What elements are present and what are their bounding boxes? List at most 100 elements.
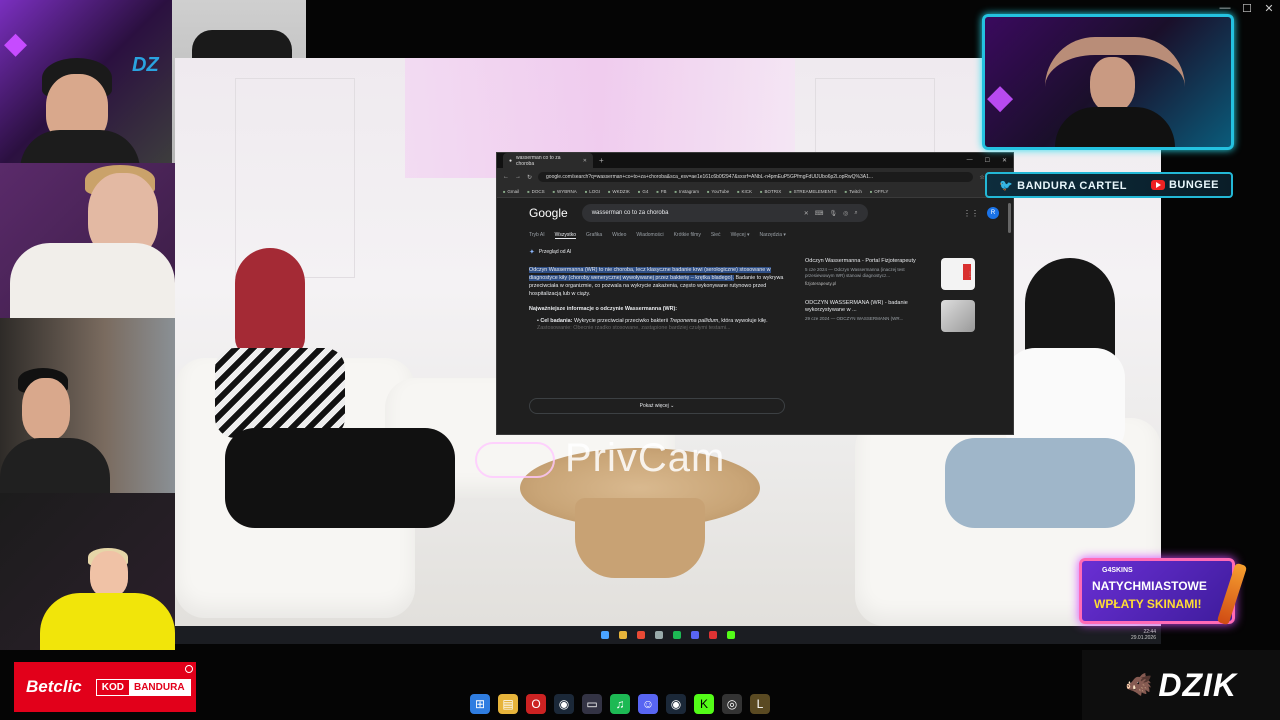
search-tab[interactable]: Krótkie filmy xyxy=(674,232,701,238)
promo-brand: G4SKINS xyxy=(1102,567,1133,574)
search-input[interactable]: wasserman co to za choroba xyxy=(592,210,798,216)
source-card[interactable]: ODCZYN WASSERMANA (WR) - badanie wykorzy… xyxy=(805,300,975,332)
search-tab[interactable]: Wideo xyxy=(612,232,626,238)
keyboard-icon[interactable]: ⌨ xyxy=(815,210,824,217)
bookmark-item[interactable]: STREAMELEMENTS xyxy=(789,189,837,194)
obs-icon xyxy=(709,631,717,639)
windows-start-icon[interactable]: ⊞ xyxy=(470,694,490,714)
show-more-button[interactable]: Pokaż więcej ⌄ xyxy=(529,398,785,414)
kick-icon xyxy=(727,631,735,639)
apps-grid-icon[interactable]: ⋮⋮ xyxy=(963,209,979,218)
ai-sources: Odczyn Wassermanna - Portal Fizjoterapeu… xyxy=(805,258,975,342)
google-logo[interactable]: Google xyxy=(529,206,568,220)
skins-promo-banner: G4SKINS NATYCHMIASTOWE WPŁATY SKINAMI! xyxy=(1079,558,1248,626)
kick-icon[interactable]: K xyxy=(694,694,714,714)
tab-close-icon[interactable]: ✕ xyxy=(583,158,587,164)
webcam-4 xyxy=(0,318,175,493)
bookmark-star-icon[interactable]: ☆ xyxy=(979,174,984,181)
bookmark-item[interactable]: YouTube xyxy=(707,189,729,194)
stream-canvas: — ☐ ✕ ◆ DZ PrivCam ● wasserman co to za … xyxy=(0,0,1280,720)
promo-line-2: WPŁATY SKINAMI! xyxy=(1094,597,1202,611)
tab-title: wasserman co to za choroba xyxy=(516,154,561,167)
boar-icon: 🐗 xyxy=(1124,672,1153,697)
bookmark-item[interactable]: DOCS xyxy=(527,189,545,194)
ai-overview-label: Przegląd od AI xyxy=(538,249,572,255)
browser-tab[interactable]: ● wasserman co to za choroba ✕ xyxy=(503,153,593,169)
obs-icon[interactable]: ◎ xyxy=(722,694,742,714)
ai-more-options-icon[interactable]: ⋮ xyxy=(967,271,973,278)
steam-icon[interactable]: ◉ xyxy=(554,694,574,714)
betclic-logo: Betclic xyxy=(26,677,82,696)
bookmark-item[interactable]: BOTRIX xyxy=(760,189,781,194)
search-tab[interactable]: Tryb AI xyxy=(529,232,545,238)
browser-window: ● wasserman co to za choroba ✕ + — ☐ ✕ ←… xyxy=(496,152,1014,435)
bookmark-item[interactable]: OFFLY xyxy=(870,189,888,194)
search-tab[interactable]: Grafika xyxy=(586,232,602,238)
steam-2-icon[interactable]: ◉ xyxy=(666,694,686,714)
search-icon[interactable]: ⌕ xyxy=(854,210,857,217)
maximize-icon[interactable]: ☐ xyxy=(1236,0,1258,16)
clear-icon[interactable]: ✕ xyxy=(804,210,809,217)
search-box[interactable]: wasserman co to za choroba ✕ ⌨ 🎙 ◎ ⌕ xyxy=(581,204,868,222)
back-icon[interactable]: ← xyxy=(503,174,509,180)
ai-subhead: Najważniejsze informacje o odczynie Wass… xyxy=(529,306,678,312)
promo-code: KOD BANDURA xyxy=(95,678,191,696)
bookmark-item[interactable]: Instagram xyxy=(675,189,699,194)
ai-faded-text: Zastosowanie: Obecnie rzadko stosowane, … xyxy=(537,325,731,331)
league-icon[interactable]: L xyxy=(750,694,770,714)
search-tab[interactable]: Sieć xyxy=(711,232,721,238)
ai-bullet: • Cel badania: Wykrycie przeciwciał prze… xyxy=(537,318,768,324)
file-explorer-icon[interactable]: ▤ xyxy=(498,694,518,714)
reload-icon[interactable]: ↻ xyxy=(527,174,532,181)
browser-maximize-icon[interactable]: ☐ xyxy=(985,157,990,164)
browser-tabstrip: ● wasserman co to za choroba ✕ + — ☐ ✕ xyxy=(497,153,1013,169)
close-icon[interactable]: ✕ xyxy=(1258,0,1280,16)
webcam-5 xyxy=(0,493,175,650)
google-favicon-icon: ● xyxy=(509,157,513,164)
source-card[interactable]: Odczyn Wassermanna - Portal Fizjoterapeu… xyxy=(805,258,975,290)
windows-start-icon xyxy=(601,631,609,639)
webcam-1: ◆ DZ xyxy=(0,0,172,163)
monitor-icon[interactable]: ▭ xyxy=(582,694,602,714)
bookmark-item[interactable]: G4 xyxy=(638,189,648,194)
spotify-icon[interactable]: ♫ xyxy=(610,694,630,714)
google-header: Google wasserman co to za choroba ✕ ⌨ 🎙 … xyxy=(497,198,1013,228)
source-thumbnail xyxy=(941,300,975,332)
bookmark-item[interactable]: KICK xyxy=(737,189,753,194)
ai-spark-icon: ✦ xyxy=(529,249,535,256)
twitter-icon: 🐦 xyxy=(998,179,1014,192)
bookmark-item[interactable]: WYBRNA xyxy=(553,189,577,194)
wolf-logo-icon: ◆ xyxy=(987,78,1014,116)
bookmark-item[interactable]: LOGI xyxy=(585,189,600,194)
bookmark-item[interactable]: WKDZIK xyxy=(608,189,630,194)
bookmark-item[interactable]: Twitch xyxy=(845,189,862,194)
address-bar[interactable]: google.com/search?q=wasserman+co+to+za+c… xyxy=(538,172,974,182)
knife-icon xyxy=(1216,562,1248,626)
ai-answer: Odczyn Wassermanna (WR) to nie choroba, … xyxy=(529,266,785,298)
avatar[interactable]: R xyxy=(987,207,999,219)
video-watermark: PrivCam xyxy=(475,436,725,481)
search-tab[interactable]: Narzędzia ▾ xyxy=(759,232,785,238)
guest-left xyxy=(195,248,455,548)
inner-clock: 22:44 29.01.2026 xyxy=(1130,629,1156,641)
search-tab[interactable]: Więcej ▾ xyxy=(731,232,750,238)
search-tab[interactable]: Wszystko xyxy=(554,232,577,239)
forward-icon[interactable]: → xyxy=(515,174,521,180)
streamer-webcam: ◆ xyxy=(982,14,1234,150)
scrollbar[interactable] xyxy=(1008,203,1011,233)
opera-icon[interactable]: O xyxy=(526,694,546,714)
chrome-icon xyxy=(637,631,645,639)
bookmark-item[interactable]: FB xyxy=(656,189,667,194)
mic-icon[interactable]: 🎙 xyxy=(829,210,837,217)
discord-icon[interactable]: ☺ xyxy=(638,694,658,714)
explorer-icon xyxy=(619,631,627,639)
search-tab[interactable]: Wiadomości xyxy=(636,232,663,238)
browser-close-icon[interactable]: ✕ xyxy=(1002,157,1007,164)
browser-toolbar: ← → ↻ google.com/search?q=wasserman+co+t… xyxy=(497,168,1013,186)
new-tab-icon[interactable]: + xyxy=(599,156,604,165)
lens-icon[interactable]: ◎ xyxy=(843,210,848,217)
results: ✦ Przegląd od AI Odczyn Wassermanna (WR) … xyxy=(497,242,1013,342)
bookmark-item[interactable]: Gmail xyxy=(503,189,519,194)
age-restriction-icon xyxy=(185,665,193,673)
browser-minimize-icon[interactable]: — xyxy=(967,157,973,164)
